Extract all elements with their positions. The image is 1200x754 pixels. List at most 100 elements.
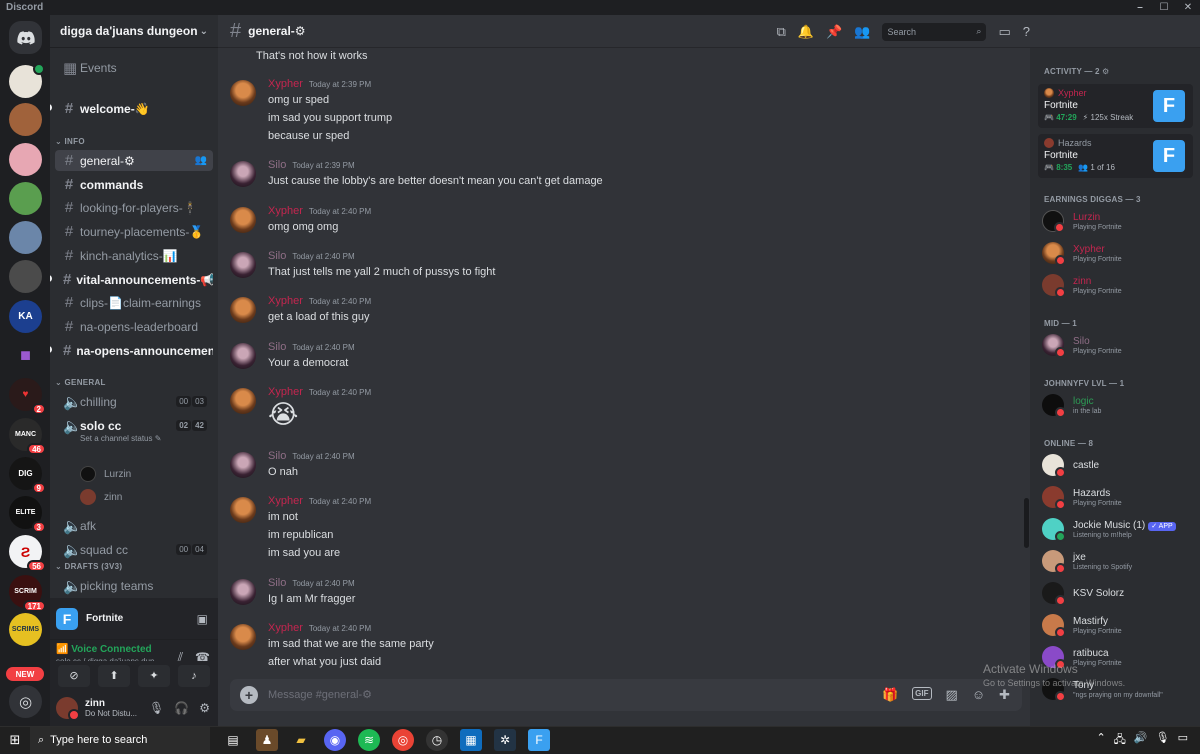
avatar[interactable] xyxy=(230,343,256,369)
message-author[interactable]: Silo xyxy=(268,341,286,353)
avatar[interactable] xyxy=(230,80,256,106)
voice-channel-solo-cc[interactable]: 🔈 solo cc 02 42 xyxy=(55,415,213,436)
voice-channel-picking-teams[interactable]: 🔈 picking teams xyxy=(55,575,213,596)
category-drafts[interactable]: ⌄ DRAFTS (3V3) xyxy=(55,562,122,571)
channel-tourney-placements[interactable]: # tourney-placements-🥇 xyxy=(55,221,213,242)
task-view-icon[interactable]: ▤ xyxy=(222,729,244,751)
guild-icon[interactable]: MANC 46 xyxy=(9,418,46,455)
member-item[interactable]: castle xyxy=(1042,450,1192,480)
channel-looking-for-players[interactable]: # looking-for-players-🕴 xyxy=(55,197,213,218)
guild-icon[interactable]: KA xyxy=(9,300,42,333)
guild-icon[interactable]: ♥ 2 xyxy=(9,378,46,415)
soundboard-icon[interactable]: ♪ xyxy=(178,664,210,687)
screen-share-icon[interactable]: ⬆ xyxy=(98,664,130,687)
fortnite-taskbar-icon[interactable]: F xyxy=(528,729,550,751)
guild-icon[interactable] xyxy=(9,260,42,293)
help-icon[interactable]: ? xyxy=(1023,24,1030,39)
avatar[interactable] xyxy=(230,161,256,187)
avatar[interactable] xyxy=(230,452,256,478)
guild-icon[interactable]: SCRIMS xyxy=(9,613,42,646)
message-author[interactable]: Xypher xyxy=(268,622,303,634)
message-author[interactable]: Xypher xyxy=(268,78,303,90)
headphones-icon[interactable]: 🎧 xyxy=(174,701,189,715)
guild-icon[interactable] xyxy=(9,143,42,176)
channel-vital-announcements[interactable]: # vital-announcements-📢 xyxy=(55,269,213,290)
member-item[interactable]: logic in the lab xyxy=(1042,390,1192,420)
members-icon[interactable]: 👥 xyxy=(854,24,870,40)
chevron-up-icon[interactable]: ⌃ xyxy=(1096,731,1105,750)
screen-share-icon[interactable]: ▣ xyxy=(197,612,208,626)
channel-clips[interactable]: # clips-📄claim-earnings xyxy=(55,292,213,313)
voice-channel-afk[interactable]: 🔈 afk xyxy=(55,515,213,536)
folder-icon[interactable]: ■ xyxy=(9,339,42,372)
channel-na-opens-announcements[interactable]: # na-opens-announcemen... xyxy=(55,340,213,361)
avatar[interactable] xyxy=(230,497,256,523)
member-item[interactable]: Lurzin Playing Fortnite xyxy=(1042,206,1192,236)
guild-icon[interactable] xyxy=(9,182,42,215)
avatar[interactable] xyxy=(230,207,256,233)
plus-icon[interactable]: + xyxy=(240,686,258,704)
member-item[interactable]: jxe Listening to Spotify xyxy=(1042,546,1192,576)
windows-start-icon[interactable]: ⊞ xyxy=(0,727,30,754)
volume-icon[interactable]: 🔊 xyxy=(1134,731,1148,750)
discover-icon[interactable]: ◎ xyxy=(9,685,42,718)
gear-icon[interactable]: ⚙ xyxy=(199,701,210,715)
guild-icon[interactable] xyxy=(9,103,42,136)
avatar[interactable] xyxy=(56,697,80,721)
channel-status-button[interactable]: Set a channel status ✎ xyxy=(80,434,161,443)
member-item[interactable]: zinn Playing Fortnite xyxy=(1042,270,1192,300)
message-author[interactable]: Xypher xyxy=(268,295,303,307)
member-item[interactable]: Mastirfy Playing Fortnite xyxy=(1042,610,1192,640)
discord-taskbar-icon[interactable]: ◉ xyxy=(324,729,346,751)
gift-icon[interactable]: 🎁 xyxy=(882,687,898,703)
avatar[interactable] xyxy=(230,297,256,323)
voice-channel-squad-cc[interactable]: 🔈 squad cc 00 04 xyxy=(55,539,213,560)
sticker-icon[interactable]: ▨ xyxy=(946,687,958,703)
avatar[interactable] xyxy=(230,388,256,414)
channel-welcome[interactable]: # welcome-👋 xyxy=(55,98,213,119)
guild-icon[interactable] xyxy=(9,63,45,98)
server-header[interactable]: digga da'juans dungeon ⌄ xyxy=(50,15,218,48)
add-member-icon[interactable]: 👥 xyxy=(195,155,207,166)
store-icon[interactable]: ▦ xyxy=(460,729,482,751)
message-author[interactable]: Silo xyxy=(268,250,286,262)
search-input[interactable]: Search ⌕ xyxy=(882,22,987,41)
pin-icon[interactable]: 📌 xyxy=(826,24,842,40)
microphone-icon[interactable]: 🎙 xyxy=(149,701,164,715)
message-author[interactable]: Xypher xyxy=(268,205,303,217)
guild-icon[interactable]: SCRIM 171 xyxy=(9,575,46,612)
clock-icon[interactable]: ◷ xyxy=(426,729,448,751)
activity-panel[interactable]: F Fortnite ▣ xyxy=(50,598,218,640)
activity-card[interactable]: Xypher Fortnite 🎮 47:29 ⚡ 125x Streak F xyxy=(1038,84,1193,128)
chrome-icon[interactable]: ◎ xyxy=(392,729,414,751)
avatar[interactable] xyxy=(230,624,256,650)
message-author[interactable]: Xypher xyxy=(268,386,303,398)
microphone-icon[interactable]: 🎙 xyxy=(1156,731,1170,750)
file-explorer-icon[interactable]: ▰ xyxy=(290,729,312,751)
maximize-icon[interactable]: ☐ xyxy=(1152,0,1176,15)
gif-button[interactable]: GIF xyxy=(912,687,932,700)
events-item[interactable]: ▦ Events xyxy=(55,57,213,78)
scrollbar-thumb[interactable] xyxy=(1024,498,1029,548)
guild-icon[interactable]: Ƨ 56 xyxy=(9,535,46,572)
avatar[interactable] xyxy=(230,252,256,278)
member-item[interactable]: Hazards Playing Fortnite xyxy=(1042,482,1192,512)
category-info[interactable]: ⌄ INFO xyxy=(55,137,85,146)
user-info[interactable]: zinn Do Not Distu... xyxy=(85,698,137,718)
app-icon[interactable]: ♟ xyxy=(256,729,278,751)
close-icon[interactable]: ✕ xyxy=(1176,0,1200,15)
voice-user[interactable]: zinn xyxy=(80,489,122,505)
member-item[interactable]: Silo Playing Fortnite xyxy=(1042,330,1192,360)
camera-off-icon[interactable]: ⊘ xyxy=(58,664,90,687)
channel-kinch-analytics[interactable]: # kinch-analytics-📊 xyxy=(55,245,213,266)
channel-general[interactable]: # general-⚙ 👥 xyxy=(55,150,213,171)
message-author[interactable]: Silo xyxy=(268,159,286,171)
activity-card[interactable]: Hazards Fortnite 🎮 8:35 👥 1 of 16 F xyxy=(1038,134,1193,178)
network-icon[interactable]: 🖧 xyxy=(1114,731,1126,750)
message-author[interactable]: Silo xyxy=(268,577,286,589)
gear-icon[interactable]: ⚙ xyxy=(1102,67,1109,76)
channel-commands[interactable]: # commands xyxy=(55,174,213,195)
message-author[interactable]: Xypher xyxy=(268,495,303,507)
spotify-icon[interactable]: ≋ xyxy=(358,729,380,751)
avatar[interactable] xyxy=(230,579,256,605)
